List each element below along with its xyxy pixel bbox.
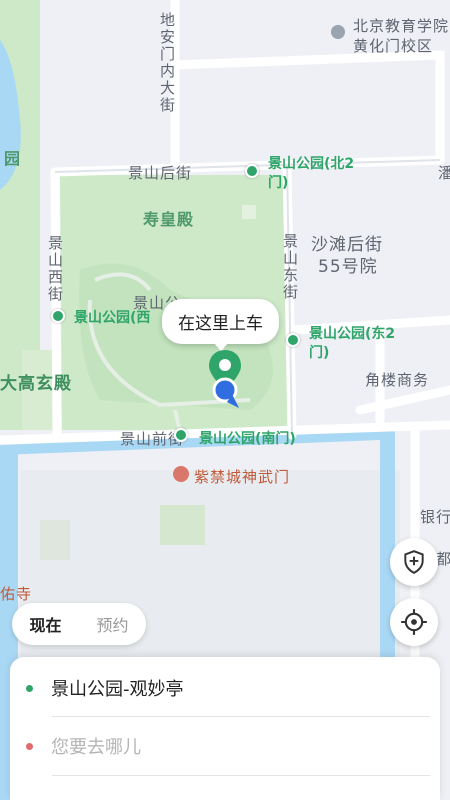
origin-row[interactable]: 景山公园-观妙亭 — [10, 659, 440, 717]
street-label-dianmen: 地安门内大街 — [158, 12, 176, 114]
stop-label-north2-cont[interactable]: 门) — [268, 172, 288, 192]
stop-label-north2[interactable]: 景山公园(北2 — [268, 153, 354, 173]
origin-dot-icon — [26, 684, 33, 692]
toggle-reserve[interactable]: 预约 — [79, 612, 146, 636]
trip-panel: 景山公园-观妙亭 您要去哪儿 — [10, 657, 440, 800]
safety-shield-button[interactable] — [390, 538, 438, 586]
destination-dot-icon — [26, 742, 33, 750]
shield-icon — [404, 550, 424, 574]
poi-label-school: 北京教育学院 — [353, 17, 450, 35]
poi-label-du: 都 — [436, 550, 450, 568]
crosshair-icon — [401, 609, 427, 635]
destination-input[interactable]: 您要去哪儿 — [51, 733, 141, 759]
divider — [52, 775, 430, 776]
street-label-jingshan-dong: 景山东街 — [281, 233, 299, 301]
poi-label-jiaolou: 角楼商务 — [365, 371, 430, 389]
stop-label-west[interactable]: 景山公园(西 — [74, 307, 150, 327]
poi-label-school-campus: 黄化门校区 — [353, 37, 434, 55]
street-label-jingshan-xi: 景山西街 — [46, 235, 64, 303]
origin-text[interactable]: 景山公园-观妙亭 — [51, 675, 184, 701]
poi-label-shouhuangdian: 寿皇殿 — [143, 210, 195, 229]
street-label-jingshan-hou: 景山后街 — [128, 164, 193, 182]
poi-label-left-yuan: 园 — [4, 149, 22, 168]
stop-marker-south[interactable] — [174, 428, 188, 442]
destination-row[interactable]: 您要去哪儿 — [10, 717, 440, 775]
toggle-now[interactable]: 现在 — [12, 612, 79, 636]
stop-label-south[interactable]: 景山公园(南门) — [199, 428, 296, 448]
poi-label-yinhang: 银行 — [420, 508, 450, 526]
poi-label-right-edge: 潘 — [438, 164, 450, 182]
poi-label-shenwumen[interactable]: 紫禁城神武门 — [194, 466, 290, 487]
poi-label-yousi: 佑寺 — [0, 585, 33, 603]
stop-marker-west[interactable] — [51, 309, 65, 323]
stop-label-east2-cont[interactable]: 门) — [309, 342, 329, 362]
stop-label-east2[interactable]: 景山公园(东2 — [309, 323, 395, 343]
poi-label-shatan-55: 55号院 — [318, 257, 378, 277]
ride-time-toggle[interactable]: 现在 预约 — [12, 603, 146, 645]
stop-marker-north2[interactable] — [245, 164, 259, 178]
locate-me-button[interactable] — [390, 598, 438, 646]
pickup-pin-icon — [209, 350, 241, 408]
poi-label-dagaoxuandian: 大高玄殿 — [0, 374, 72, 394]
stop-marker-east2[interactable] — [286, 333, 300, 347]
pickup-bubble[interactable]: 在这里上车 — [162, 299, 279, 351]
